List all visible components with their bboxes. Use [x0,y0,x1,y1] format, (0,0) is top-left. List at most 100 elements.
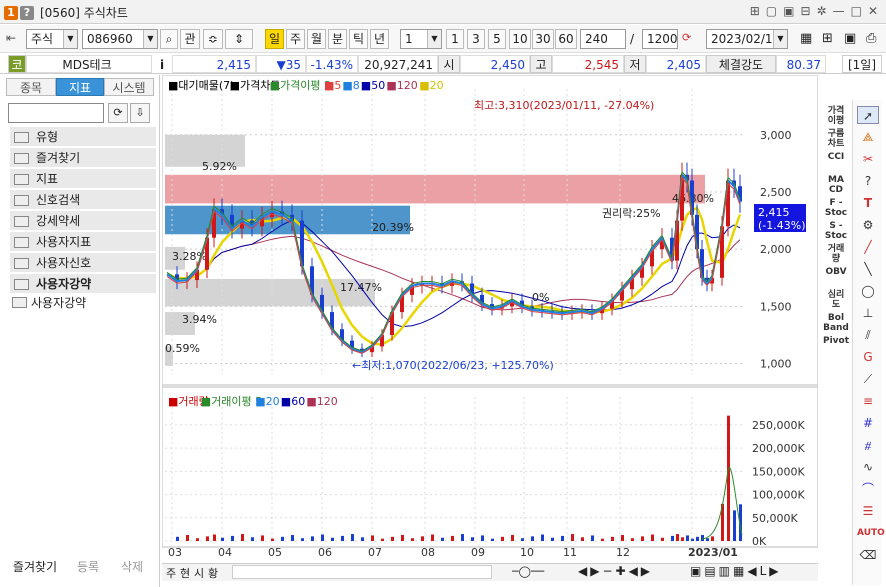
stepper-icon[interactable]: ⇕ [225,29,253,49]
download-icon[interactable]: ⇩ [130,103,150,123]
count-input[interactable]: 240 [580,29,626,49]
bottom-tab-1[interactable]: 주 [166,565,176,581]
help-icon[interactable]: ? [20,5,34,20]
window-control-1[interactable]: ⊞ [750,4,760,18]
tree-item-6[interactable]: 사용자신호 [10,253,156,273]
zoom-slider[interactable]: ─◯── [512,565,572,579]
interest-button[interactable]: 관 [180,29,200,49]
date-input[interactable]: 2023/02/16 ▼ [706,29,788,49]
indicator-shortcut-10[interactable]: Pivot [822,336,850,346]
fibo-icon[interactable]: ≡ [857,392,879,410]
period-button-1[interactable]: 주 [286,29,305,49]
paint-icon[interactable]: ⟁ [857,128,879,146]
period-button-3[interactable]: 분 [328,29,347,49]
all-lines-icon[interactable]: ✂ [857,150,879,168]
tab-system[interactable]: 시스템 [104,78,154,96]
bottom-tab-4[interactable]: 황 [208,565,218,581]
export-icons[interactable]: ▣▤▥▦◀L▶ [690,564,782,578]
indicator-shortcut-1[interactable]: 구름 차트 [822,129,850,149]
arc-icon[interactable]: ⌒ [857,480,879,498]
maximize-button[interactable]: □ [851,4,862,18]
indicator-shortcut-3[interactable]: MA CD [822,175,850,195]
cross-line-icon[interactable]: ⊥ [857,304,879,322]
window-control-4[interactable]: ⊟ [800,4,810,18]
tab-indicators[interactable]: 지표 [56,78,104,96]
chart-icon[interactable]: ▦ [800,31,812,46]
tree-item-1[interactable]: 즐겨찾기 [10,148,156,168]
interval-button-5[interactable]: 60 [555,29,577,49]
nav-arrows-icon[interactable]: ◀▶−✚◀▶ [578,564,653,578]
interval-button-4[interactable]: 30 [532,29,554,49]
vol-y-tick-label: 200,000K [752,442,805,455]
bottom-tab-2[interactable]: 현 [180,565,190,581]
help-icon[interactable]: ? [857,172,879,190]
line-tool-icon[interactable]: ╲ [857,260,879,278]
period-button-0[interactable]: 일 [265,29,284,49]
register-button[interactable]: 등록 [68,558,108,575]
delete-button[interactable]: 삭제 [112,558,152,575]
minimize-button[interactable]: — [833,4,845,18]
tree-subitem[interactable]: 사용자강약 [12,294,86,311]
interval-button-3[interactable]: 10 [509,29,531,49]
chart-area[interactable]: 3,0002,5002,0001,5001,0005.92%46.80%20.3… [161,74,819,565]
save-icon[interactable]: ▣ [844,31,856,46]
grid-lines-icon[interactable]: # [857,414,879,432]
refresh-icon[interactable]: ⟳ [108,103,128,123]
favorites-button[interactable]: 즐겨찾기 [6,558,64,575]
indicator-search-input[interactable] [8,103,104,123]
search-icon[interactable]: ⌕ [160,29,178,49]
channel-icon[interactable]: ⫽ [857,326,879,344]
print-icon[interactable]: ⎙ [866,31,876,46]
code-nav-icon[interactable]: ⇤ [6,31,16,45]
close-button[interactable]: ✕ [868,4,878,18]
indicator-shortcut-2[interactable]: CCI [822,152,850,162]
indicator-shortcut-4[interactable]: F - Stoc [822,198,850,218]
tree-item-0[interactable]: 유형 [10,127,156,147]
trend-line-icon[interactable]: ╱ [857,238,879,256]
period-button-4[interactable]: 틱 [349,29,368,49]
eraser-icon[interactable]: ⌫ [857,546,879,564]
interval-button-0[interactable]: 1 [446,29,464,49]
grid-icon[interactable]: ⊞ [822,31,833,46]
tree-item-5[interactable]: 사용자지표 [10,232,156,252]
period-button-2[interactable]: 월 [307,29,326,49]
level-icon[interactable]: ☰ [857,502,879,520]
indicator-shortcut-5[interactable]: S - Stoc [822,221,850,241]
indicator-shortcut-7[interactable]: OBV [822,267,850,277]
interval-button-1[interactable]: 3 [467,29,485,49]
chart-scrollbar[interactable] [232,565,492,579]
indicator-shortcut-9[interactable]: Bol Band [822,313,850,333]
bottom-tab-3[interactable]: 시 [194,565,204,581]
tree-item-4[interactable]: 강세약세 [10,211,156,231]
tab-stocks[interactable]: 종목 [6,78,56,96]
fan-icon[interactable]: ⟋ [857,370,879,388]
info-icon[interactable]: i [154,55,170,73]
num-select[interactable]: 1 ▼ [400,29,442,49]
settings-icon[interactable]: ⚙ [857,216,879,234]
window-control-2[interactable]: ▢ [766,4,777,18]
chart-canvas[interactable]: 3,0002,5002,0001,5001,0005.92%46.80%20.3… [161,74,819,565]
parallel-icon[interactable]: ⧣ [857,436,879,454]
gann-icon[interactable]: G [857,348,879,366]
sort-icon[interactable]: ≎ [203,29,223,49]
window-number-badge[interactable]: 1 [4,5,18,20]
total-input[interactable]: 1200 [642,29,678,49]
code-input[interactable]: 086960 ▼ [82,29,158,49]
market-select[interactable]: 주식 ▼ [26,29,78,49]
tree-item-2[interactable]: 지표 [10,169,156,189]
cursor-icon[interactable]: ➚ [857,106,879,124]
indicator-shortcut-8[interactable]: 심리 도 [822,290,850,310]
circle-icon[interactable]: ◯ [857,282,879,300]
window-control-3[interactable]: ▣ [783,4,794,18]
settings-icon[interactable]: ✲ [817,4,827,18]
wave-icon[interactable]: ∿ [857,458,879,476]
interval-button-2[interactable]: 5 [488,29,506,49]
auto-icon[interactable]: AUTO [857,524,885,542]
period-button-5[interactable]: 년 [370,29,389,49]
tree-item-3[interactable]: 신호검색 [10,190,156,210]
refresh-icon[interactable]: ⟳ [682,31,691,44]
tree-item-7[interactable]: 사용자강약 [10,274,156,294]
indicator-shortcut-6[interactable]: 거래 량 [822,244,850,264]
indicator-shortcut-0[interactable]: 가격 이평 [822,106,850,126]
text-icon[interactable]: T [857,194,879,212]
